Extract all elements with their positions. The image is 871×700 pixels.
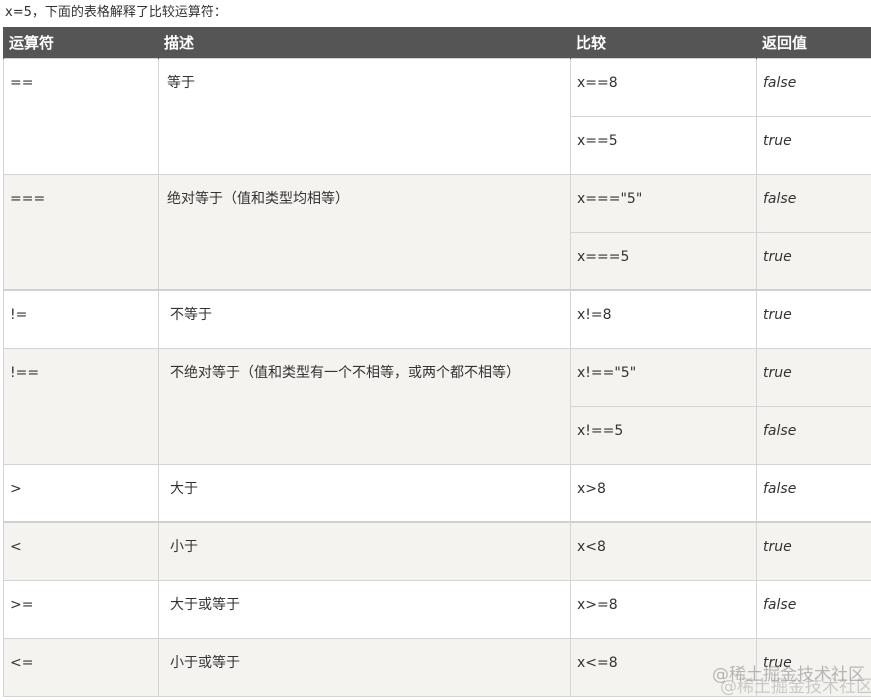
description-cell: 大于或等于: [158, 579, 571, 639]
operator-cell: <=: [3, 637, 159, 697]
table-row: === 绝对等于（值和类型均相等） x==="5" false: [3, 173, 871, 291]
header-description: 描述: [158, 27, 571, 58]
watermark-line: @稀土掘金技术社区: [720, 677, 871, 697]
result-cell: true: [756, 521, 871, 581]
operator-cell: >: [3, 463, 159, 523]
header-example: 比较: [570, 27, 757, 58]
table-row: !== 不绝对等于（值和类型有一个不相等，或两个都不相等） x!=="5" tr…: [3, 347, 871, 465]
example-cell: x>=8: [570, 579, 757, 639]
operator-cell: !=: [3, 289, 159, 349]
example-cell: x!==5: [570, 405, 757, 465]
table-header-row: 运算符 描述 比较 返回值: [3, 27, 871, 58]
description-cell: 不绝对等于（值和类型有一个不相等，或两个都不相等）: [158, 347, 571, 465]
table-row: > 大于 x>8 false: [3, 463, 871, 523]
description-cell: 小于: [158, 521, 571, 581]
result-cell: true: [756, 347, 871, 407]
comparison-operators-table: 运算符 描述 比较 返回值 == 等于 x==8 false x==5 true…: [3, 27, 871, 697]
example-cell: x==="5": [570, 173, 757, 233]
watermark: @稀土掘金技术社区 @稀土掘金技术社区: [712, 666, 871, 696]
result-cell: false: [756, 405, 871, 465]
operator-cell: ==: [3, 57, 159, 175]
result-cell: false: [756, 173, 871, 233]
example-cell: x>8: [570, 463, 757, 523]
example-cell: x<8: [570, 521, 757, 581]
operator-cell: >=: [3, 579, 159, 639]
result-cell: true: [756, 289, 871, 349]
operator-cell: !==: [3, 347, 159, 465]
description-cell: 大于: [158, 463, 571, 523]
result-cell: false: [756, 57, 871, 117]
description-cell: 不等于: [158, 289, 571, 349]
result-cell: true: [756, 115, 871, 175]
table-row: < 小于 x<8 true: [3, 521, 871, 581]
example-cell: x===5: [570, 231, 757, 291]
result-cell: true: [756, 231, 871, 291]
header-operator: 运算符: [3, 27, 159, 58]
description-cell: 绝对等于（值和类型均相等）: [158, 173, 571, 291]
intro-text: x=5，下面的表格解释了比较运算符：: [5, 5, 227, 20]
operator-cell: <: [3, 521, 159, 581]
result-cell: false: [756, 579, 871, 639]
example-cell: x!=8: [570, 289, 757, 349]
table-row: >= 大于或等于 x>=8 false: [3, 579, 871, 639]
example-cell: x!=="5": [570, 347, 757, 407]
table-row: == 等于 x==8 false: [3, 57, 871, 175]
header-result: 返回值: [756, 27, 871, 58]
example-cell: x==5: [570, 115, 757, 175]
result-cell: false: [756, 463, 871, 523]
description-cell: 等于: [158, 57, 571, 175]
description-cell: 小于或等于: [158, 637, 571, 697]
table-row: != 不等于 x!=8 true: [3, 289, 871, 349]
example-cell: x==8: [570, 57, 757, 117]
operator-cell: ===: [3, 173, 159, 291]
